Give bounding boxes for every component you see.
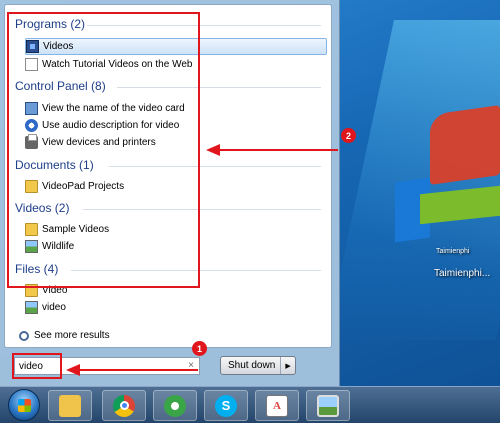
annotation-arrow-2-head [206,144,220,156]
shut-down-label: Shut down [228,360,276,371]
taskbar-skype-button[interactable]: S [204,390,248,421]
taskbar-coccoc-button[interactable] [153,390,197,421]
taskbar: S A [0,386,500,423]
see-more-results-link[interactable]: See more results [19,330,110,341]
taskbar-explorer-button[interactable] [48,390,92,421]
folder-icon [59,394,81,417]
annotation-arrow-1-head [66,364,80,376]
start-button[interactable] [8,389,40,421]
desktop-watermark-small: Taimienphi [436,248,470,255]
picture-icon [317,394,339,417]
taskbar-photo-viewer-button[interactable] [306,390,350,421]
annotation-arrow-1-line [78,369,198,371]
skype-icon: S [215,394,237,417]
result-item-video-file[interactable]: video [25,299,327,316]
shut-down-button[interactable]: Shut down ▶ [220,356,296,375]
wallpaper-logo-red [430,105,500,185]
taskbar-chrome-button[interactable] [102,390,146,421]
result-item-label: video [42,302,66,313]
taskbar-wordpad-button[interactable]: A [255,390,299,421]
video-file-icon [25,301,38,314]
annotation-badge-1: 1 [192,341,207,356]
desktop-watermark-label: Taimienphi... [434,268,491,279]
shut-down-options-arrow-icon[interactable]: ▶ [280,357,295,374]
chrome-center-icon [119,401,129,410]
coccoc-browser-icon [164,394,186,417]
wordpad-icon: A [266,394,288,417]
annotation-arrow-2-line [218,149,338,151]
annotation-badge-2: 2 [341,128,356,143]
annotation-results-highlight [7,12,200,288]
see-more-label: See more results [34,330,110,341]
magnifier-icon [19,330,29,341]
annotation-search-highlight [12,353,62,379]
